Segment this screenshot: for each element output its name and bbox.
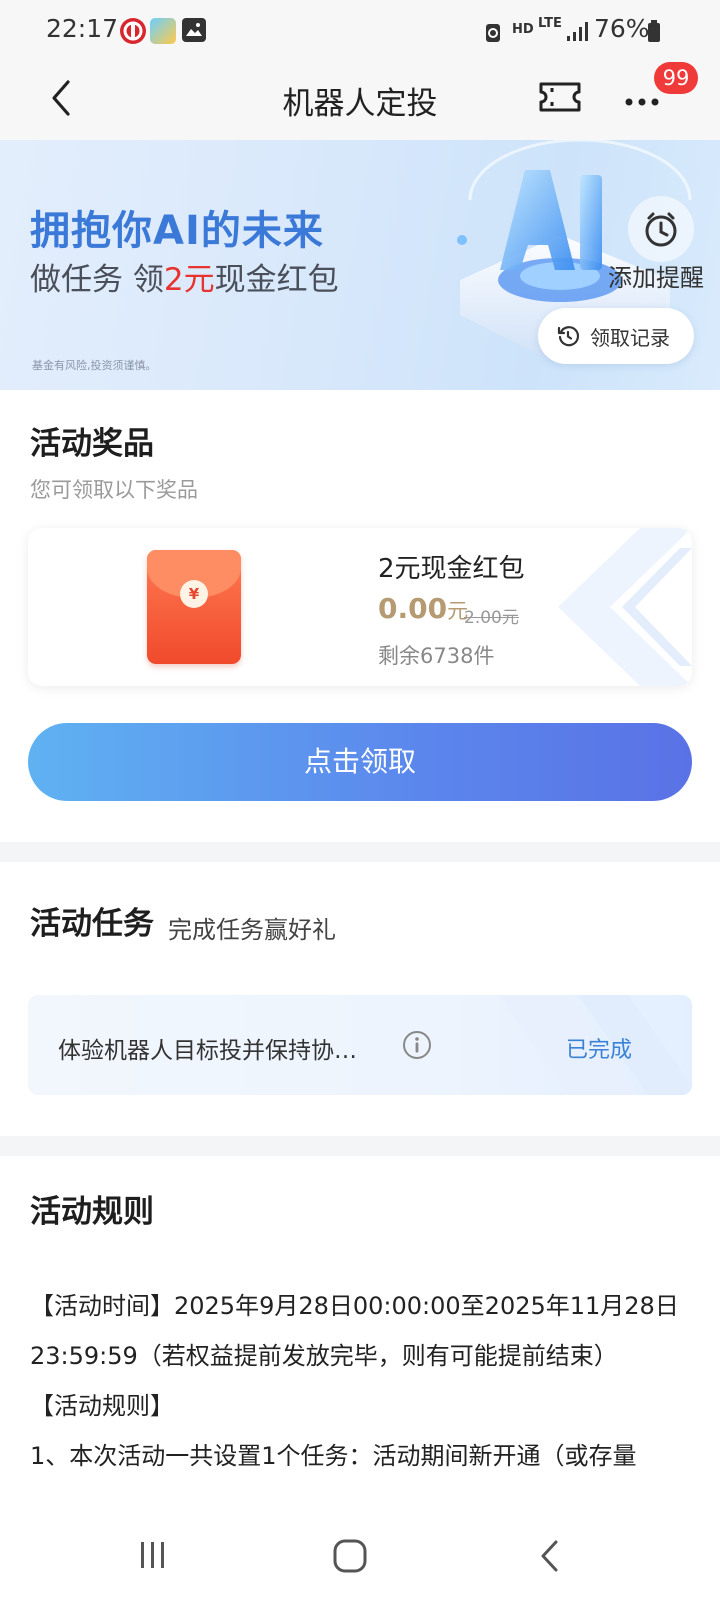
history-icon xyxy=(557,326,580,347)
claim-button[interactable]: 点击领取 xyxy=(28,723,692,801)
risk-disclaimer: 基金有风险,投资须谨慎。 xyxy=(32,359,157,372)
signal-icon xyxy=(566,20,588,42)
rules-line: 【活动时间】2025年9月28日00:00:00至2025年11月28日 xyxy=(30,1292,679,1320)
rules-line: 【活动规则】 xyxy=(30,1392,174,1420)
more-icon[interactable] xyxy=(624,92,664,106)
chevron-decoration xyxy=(558,528,692,686)
lte-indicator: LTE xyxy=(538,16,562,31)
section-divider xyxy=(0,842,720,862)
prizes-subtitle: 您可领取以下奖品 xyxy=(30,478,198,502)
prizes-title: 活动奖品 xyxy=(30,426,154,462)
hd-indicator: HD xyxy=(512,22,534,37)
battery-icon xyxy=(648,20,660,42)
bank-app-icon xyxy=(120,18,146,44)
prize-stock: 剩余6738件 xyxy=(378,644,495,668)
rules-line: 23:59:59（若权益提前发放完毕，则有可能提前结束） xyxy=(30,1342,618,1370)
task-text: 体验机器人目标投并保持协… xyxy=(58,1038,357,1064)
rules-line: 1、本次活动一共设置1个任务：活动期间新开通（或存量 xyxy=(30,1442,637,1470)
prize-name: 2元现金红包 xyxy=(378,554,525,584)
system-back-icon[interactable] xyxy=(536,1538,566,1574)
notification-badge: 99 xyxy=(654,62,698,94)
rules-title: 活动规则 xyxy=(30,1194,154,1230)
add-reminder-label[interactable]: 添加提醒 xyxy=(608,258,704,293)
photo-icon xyxy=(182,18,206,42)
gallery-icon xyxy=(150,18,176,44)
home-icon[interactable] xyxy=(332,1538,368,1574)
prize-card[interactable] xyxy=(28,528,692,686)
tasks-title: 活动任务 xyxy=(30,906,154,942)
status-time: 22:17 xyxy=(46,14,119,43)
recent-apps-icon[interactable] xyxy=(136,1538,170,1572)
yuan-coin-icon: ¥ xyxy=(180,580,208,608)
claim-record-label: 领取记录 xyxy=(590,326,670,350)
page-title: 机器人定投 xyxy=(282,86,438,122)
task-status: 已完成 xyxy=(566,1038,633,1063)
banner-subline: 做任务 领2元现金红包 xyxy=(30,262,339,298)
ticket-icon[interactable] xyxy=(538,80,582,114)
banner-headline: 拥抱你AI的未来 xyxy=(30,208,324,254)
alarm-clock-icon xyxy=(645,212,677,247)
add-reminder-button[interactable] xyxy=(628,196,694,262)
battery-percent: 76% xyxy=(594,14,650,43)
section-divider xyxy=(0,1136,720,1156)
claim-record-button[interactable]: 领取记录 xyxy=(538,308,694,364)
info-icon[interactable] xyxy=(402,1030,432,1060)
tasks-subtitle: 完成任务赢好礼 xyxy=(168,916,336,944)
prize-original-price: 2.00元 xyxy=(464,608,519,628)
recycle-icon xyxy=(484,20,502,44)
prize-price: 0.00元 xyxy=(378,592,469,625)
